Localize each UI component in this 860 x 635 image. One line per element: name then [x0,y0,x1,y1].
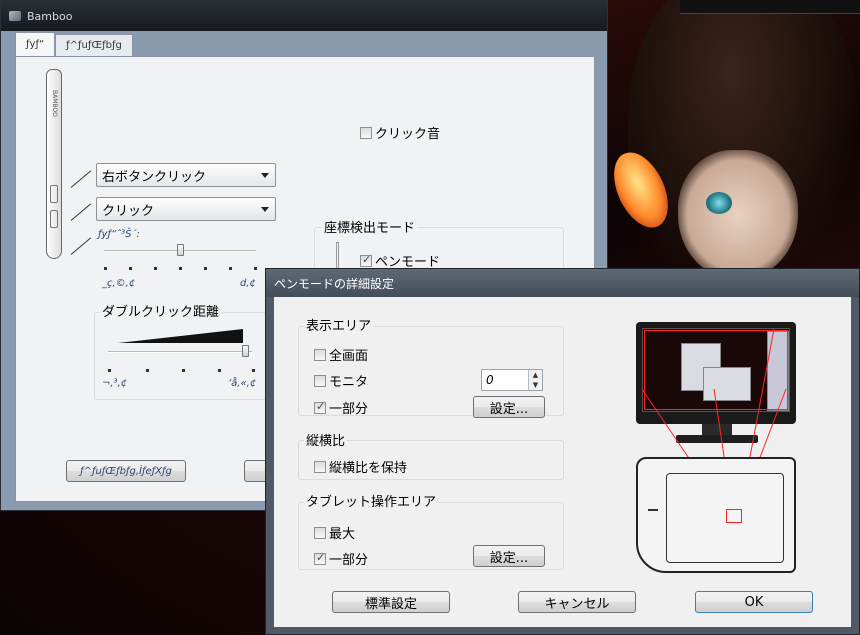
upper-button-dropdown[interactable]: 右ボタンクリック [96,163,276,187]
wallpaper-face [678,150,798,270]
tablet-portion-option[interactable]: 一部分 [314,549,368,568]
keep-aspect-checkbox[interactable] [314,460,326,473]
coord-mode-label: 座標検出モード [322,217,418,236]
tick-mark [179,267,182,270]
tablet-max-radio[interactable] [314,526,326,539]
fullscreen-radio[interactable] [314,348,326,361]
tablet-max-option[interactable]: 最大 [314,523,355,542]
double-click-ramp [118,329,243,343]
display-area-label: 表示エリア [304,315,374,334]
fullscreen-option[interactable]: 全画面 [314,345,368,364]
tick-mark [218,369,221,372]
tablet-pen-holder [648,509,658,511]
background-window-edge [680,0,860,14]
aspect-label: 縦横比 [304,430,348,449]
dialog-title: ペンモードの詳細設定 [274,276,395,291]
tab-tablet[interactable]: ƒ^ƒuƒŒƒbƒg [55,34,133,56]
tick-mark [108,369,111,372]
pen-pressure-label: ƒyƒ“ˆ³Š´: [98,229,140,240]
tick-mark [154,267,157,270]
default-button[interactable]: 標準設定 [332,591,450,613]
monitor-number-spinner[interactable]: 0 ▲ ▼ [481,369,543,391]
display-portion-label: 一部分 [329,402,369,417]
wallpaper-eye [706,192,732,214]
click-sound-label: クリック音 [375,127,441,142]
pen-pressure-thumb[interactable] [177,244,184,256]
tick-mark [182,369,185,372]
desktop-wallpaper [608,0,860,270]
tablet-test-button[interactable]: ƒ^ƒuƒŒƒbƒg‚ÌƒeƒXƒg [66,460,186,482]
tablet-active-area [666,473,784,563]
leader-line-lower [70,203,92,221]
fullscreen-label: 全画面 [329,349,369,364]
click-sound-checkbox[interactable] [360,126,372,139]
pen-illustration: BAMBOO [46,69,62,259]
spin-up-icon[interactable]: ▲ [529,370,542,380]
monitor-radio[interactable] [314,374,326,387]
tick-mark [146,369,149,372]
cancel-button[interactable]: キャンセル [518,591,636,613]
monitor-number-value: 0 [486,373,494,387]
tab-strip: ƒyƒ“ ƒ^ƒuƒŒƒbƒg [15,32,133,56]
tick-mark [204,267,207,270]
tablet-area-label: タブレット操作エリア [304,491,439,510]
tablet-mapped-area [726,509,742,523]
tick-mark [254,267,257,270]
monitor-option[interactable]: モニタ [314,371,368,390]
click-sound-option[interactable]: クリック音 [360,123,440,142]
spin-down-icon[interactable]: ▼ [529,380,542,390]
pen-side-button-lower [50,210,58,228]
chevron-down-icon [261,207,269,212]
spinner-buttons: ▲ ▼ [528,370,542,390]
lower-button-dropdown[interactable]: クリック [96,197,276,221]
tablet-settings-button[interactable]: 設定... [473,545,545,567]
leader-line-upper [70,170,92,188]
bamboo-app-icon [9,11,21,21]
keep-aspect-option[interactable]: 縦横比を保持 [314,457,407,476]
tick-mark [129,267,132,270]
pen-side-button-upper [50,185,58,203]
tab-pen[interactable]: ƒyƒ“ [15,32,56,56]
pen-mode-detail-dialog: ペンモードの詳細設定 表示エリア 全画面 モニタ 0 ▲ ▼ 一部分 設定...… [265,268,860,635]
display-portion-radio[interactable] [314,400,326,414]
tablet-max-label: 最大 [329,527,356,542]
ok-button[interactable]: OK [695,591,813,613]
dialog-body: 表示エリア 全画面 モニタ 0 ▲ ▼ 一部分 設定... 縦横比 縦横比を保持 [274,297,851,627]
double-click-label: ダブルクリック距離 [100,301,222,320]
lower-button-value: クリック [102,203,155,219]
tick-mark [104,267,107,270]
leader-line-tip [70,237,92,255]
double-click-thumb[interactable] [241,345,249,357]
double-click-small-label: ¬‚³‚¢ [102,378,128,389]
pressure-firm-label: d‚¢ [240,278,256,289]
pen-brand-mark: BAMBOO [51,90,58,117]
tablet-portion-label: 一部分 [329,553,369,568]
pen-mode-checkbox[interactable] [360,253,372,267]
display-settings-button[interactable]: 設定... [473,396,545,418]
double-click-track [108,351,252,353]
tick-mark [229,267,232,270]
chevron-down-icon [261,173,269,178]
window-title: Bamboo [27,9,73,23]
double-click-large-label: ‘å‚«‚¢ [228,378,257,389]
tablet-illustration [636,457,796,573]
pressure-soft-label: _ç‚©‚¢ [102,278,136,289]
monitor-label: モニタ [329,375,369,390]
bamboo-titlebar[interactable]: Bamboo [1,1,607,31]
tick-mark [252,369,255,372]
upper-button-value: 右ボタンクリック [102,169,207,185]
dialog-titlebar[interactable]: ペンモードの詳細設定 [266,269,859,297]
tablet-portion-radio[interactable] [314,551,326,565]
display-portion-option[interactable]: 一部分 [314,398,368,417]
keep-aspect-label: 縦横比を保持 [329,461,408,476]
